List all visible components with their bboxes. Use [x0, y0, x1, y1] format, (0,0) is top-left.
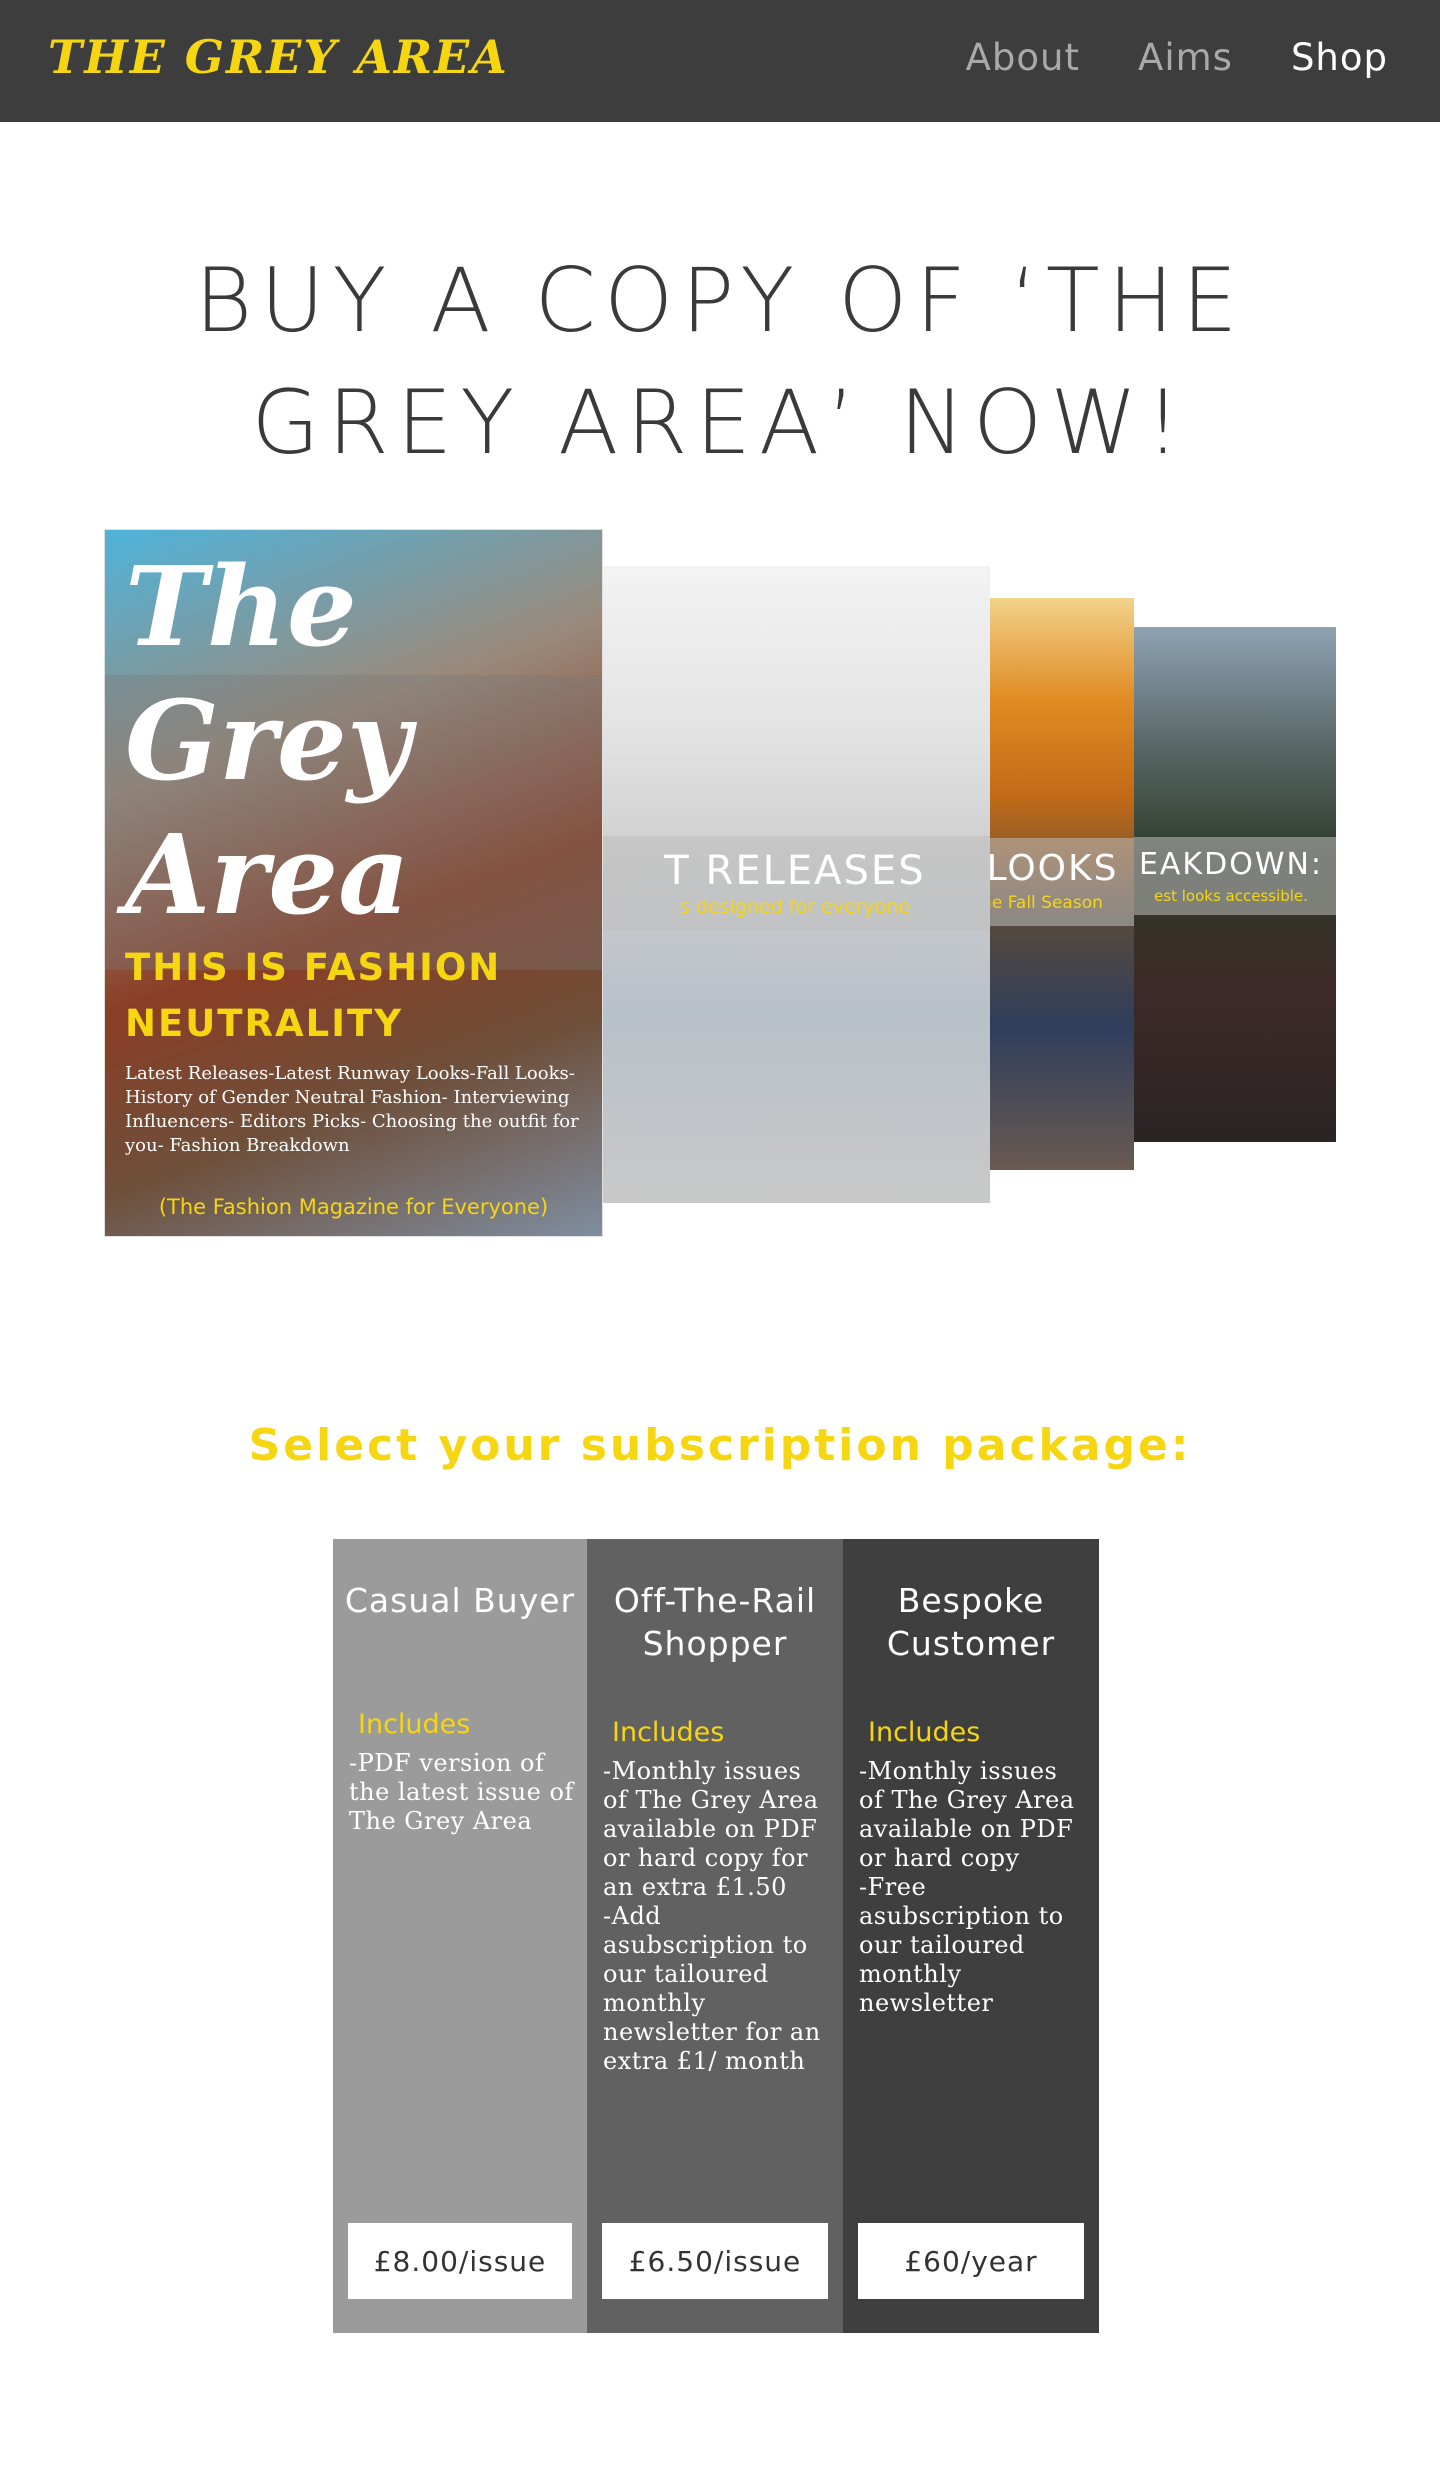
site-logo[interactable]: THE GREY AREA [48, 30, 509, 84]
cover-tagline-line: THIS IS FASHION [125, 946, 502, 989]
cover-title: The Grey Area [125, 540, 411, 942]
cover-card-main[interactable]: The Grey Area THIS IS FASHION NEUTRALITY… [105, 530, 602, 1236]
cover-card-latest-releases[interactable]: T RELEASES s designed for everyone [600, 566, 990, 1203]
plan-name: Bespoke Customer [886, 1581, 1056, 1663]
cover-title-line: The [125, 542, 357, 671]
cover-card-title: EAKDOWN: [1138, 847, 1324, 882]
cover-card-breakdown[interactable]: EAKDOWN: est looks accessible. [1126, 627, 1336, 1142]
plan-description: -Monthly issues of The Grey Area availab… [859, 1757, 1075, 2017]
cover-title-line: Area [125, 810, 410, 939]
top-nav: THE GREY AREA About Aims Shop [0, 0, 1440, 122]
cover-tagline: THIS IS FASHION NEUTRALITY [125, 940, 501, 1052]
subscription-heading: Select your subscription package: [248, 1420, 1192, 1471]
plan-includes-label: Includes [868, 1717, 981, 1748]
plan-price-button[interactable]: £8.00/issue [348, 2223, 572, 2299]
nav-link-about[interactable]: About [966, 36, 1080, 79]
cover-footer: (The Fashion Magazine for Everyone) [158, 1195, 549, 1219]
magazine-carousel: EAKDOWN: est looks accessible. NAL LOOKS… [105, 530, 1340, 1240]
plan-name: Off-The-Rail Shopper [613, 1581, 817, 1663]
cover-card-subtitle: s designed for everyone [680, 896, 910, 918]
plan-description: -PDF version of the latest issue of The … [349, 1749, 574, 1835]
plan-price-button[interactable]: £60/year [858, 2223, 1084, 2299]
subscription-plans: Casual Buyer Includes -PDF version of th… [333, 1539, 1099, 2333]
plan-description: -Monthly issues of The Grey Area availab… [603, 1757, 821, 2075]
cover-tagline-line: NEUTRALITY [125, 1002, 404, 1045]
cover-contents: Latest Releases-Latest Runway Looks-Fall… [125, 1063, 579, 1156]
plan-bespoke-customer: Bespoke Customer Includes -Monthly issue… [843, 1539, 1099, 2333]
cover-title-line: Grey [125, 676, 411, 805]
cover-card-title: T RELEASES [664, 848, 926, 894]
cover-card-subtitle: est looks accessible. [1154, 887, 1308, 905]
plan-name: Casual Buyer [344, 1581, 576, 1620]
plan-includes-label: Includes [358, 1709, 471, 1740]
plan-includes-label: Includes [612, 1717, 725, 1748]
page-title: BUY A COPY OF ‘THE GREY AREA’ NOW! [194, 249, 1246, 474]
plan-price-button[interactable]: £6.50/issue [602, 2223, 828, 2299]
plan-off-the-rail-shopper: Off-The-Rail Shopper Includes -Monthly i… [587, 1539, 843, 2333]
nav-links: About Aims Shop [966, 36, 1388, 79]
nav-link-shop[interactable]: Shop [1291, 36, 1388, 79]
plan-casual-buyer: Casual Buyer Includes -PDF version of th… [333, 1539, 587, 2333]
nav-link-aims[interactable]: Aims [1138, 36, 1233, 79]
